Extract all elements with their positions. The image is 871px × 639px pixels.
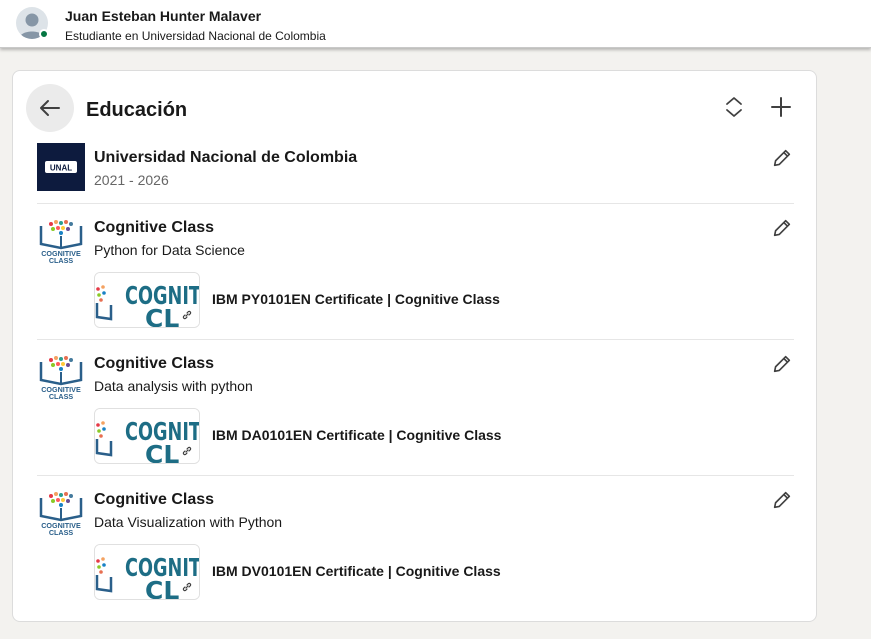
unal-logo: UNAL — [37, 143, 85, 191]
section-title: Educación — [86, 99, 188, 121]
certificate-title[interactable]: IBM PY0101EN Certificate | Cognitive Cla… — [212, 291, 500, 307]
edit-button[interactable] — [768, 350, 796, 378]
certificate-title[interactable]: IBM DA0101EN Certificate | Cognitive Cla… — [212, 427, 501, 443]
certificate-media[interactable]: COGNIT CL IBM PY0101EN Certificate | Cog… — [94, 272, 500, 328]
pencil-icon — [773, 355, 791, 373]
plus-icon — [771, 97, 791, 117]
cognitive-class-logo: COGNITIVE CLASS — [39, 220, 83, 265]
back-button[interactable] — [26, 84, 74, 132]
arrow-left-icon — [40, 100, 60, 116]
certificate-thumbnail[interactable]: COGNIT CL — [94, 544, 200, 600]
link-badge — [179, 307, 195, 323]
link-icon — [182, 310, 192, 320]
education-entry: COGNITIVE CLASS Cognitive Class Data Vis… — [37, 475, 794, 612]
edit-button[interactable] — [768, 214, 796, 242]
svg-text:CLASS: CLASS — [49, 392, 74, 401]
certificate-media[interactable]: COGNIT CL IBM DA0101EN Certificate | Cog… — [94, 408, 501, 464]
online-status-dot — [39, 29, 49, 39]
svg-text:CL: CL — [145, 440, 179, 464]
pencil-icon — [773, 149, 791, 167]
school-name[interactable]: Cognitive Class — [94, 355, 214, 373]
certificate-thumbnail[interactable]: COGNIT CL — [94, 272, 200, 328]
education-entry: UNAL Universidad Nacional de Colombia 20… — [37, 142, 794, 204]
school-name[interactable]: Universidad Nacional de Colombia — [94, 149, 357, 167]
school-name[interactable]: Cognitive Class — [94, 491, 214, 509]
school-name[interactable]: Cognitive Class — [94, 219, 214, 237]
reorder-button[interactable] — [718, 91, 750, 123]
edit-button[interactable] — [768, 486, 796, 514]
link-icon — [182, 446, 192, 456]
degree-name: Python for Data Science — [94, 242, 245, 258]
certificate-media[interactable]: COGNIT CL IBM DV0101EN Certificate | Cog… — [94, 544, 501, 600]
reorder-icon — [726, 97, 742, 117]
svg-text:CL: CL — [145, 576, 179, 600]
edit-button[interactable] — [768, 144, 796, 172]
cognitive-class-logo: COGNITIVE CLASS — [39, 492, 83, 537]
profile-name[interactable]: Juan Esteban Hunter Malaver — [65, 8, 261, 24]
pencil-icon — [773, 491, 791, 509]
add-education-button[interactable] — [765, 91, 797, 123]
degree-name: Data analysis with python — [94, 378, 253, 394]
svg-text:CLASS: CLASS — [49, 528, 74, 537]
svg-text:CL: CL — [145, 304, 179, 328]
education-entry: COGNITIVE CLASS Cognitive Class Data ana… — [37, 339, 794, 476]
certificate-thumbnail[interactable]: COGNIT CL — [94, 408, 200, 464]
link-badge — [179, 443, 195, 459]
pencil-icon — [773, 219, 791, 237]
education-entry: COGNITIVE CLASS Cognitive Class Python f… — [37, 203, 794, 340]
profile-header: Juan Esteban Hunter Malaver Estudiante e… — [0, 0, 871, 48]
certificate-title[interactable]: IBM DV0101EN Certificate | Cognitive Cla… — [212, 563, 501, 579]
cognitive-class-logo: COGNITIVE CLASS — [39, 356, 83, 401]
education-dates: 2021 - 2026 — [94, 172, 169, 188]
svg-text:CLASS: CLASS — [49, 256, 74, 265]
svg-text:UNAL: UNAL — [50, 164, 72, 173]
education-card: Educación UNAL Universidad Nacional de C… — [12, 70, 817, 622]
link-icon — [182, 582, 192, 592]
degree-name: Data Visualization with Python — [94, 514, 283, 530]
link-badge — [179, 579, 195, 595]
profile-headline: Estudiante en Universidad Nacional de Co… — [65, 29, 326, 43]
